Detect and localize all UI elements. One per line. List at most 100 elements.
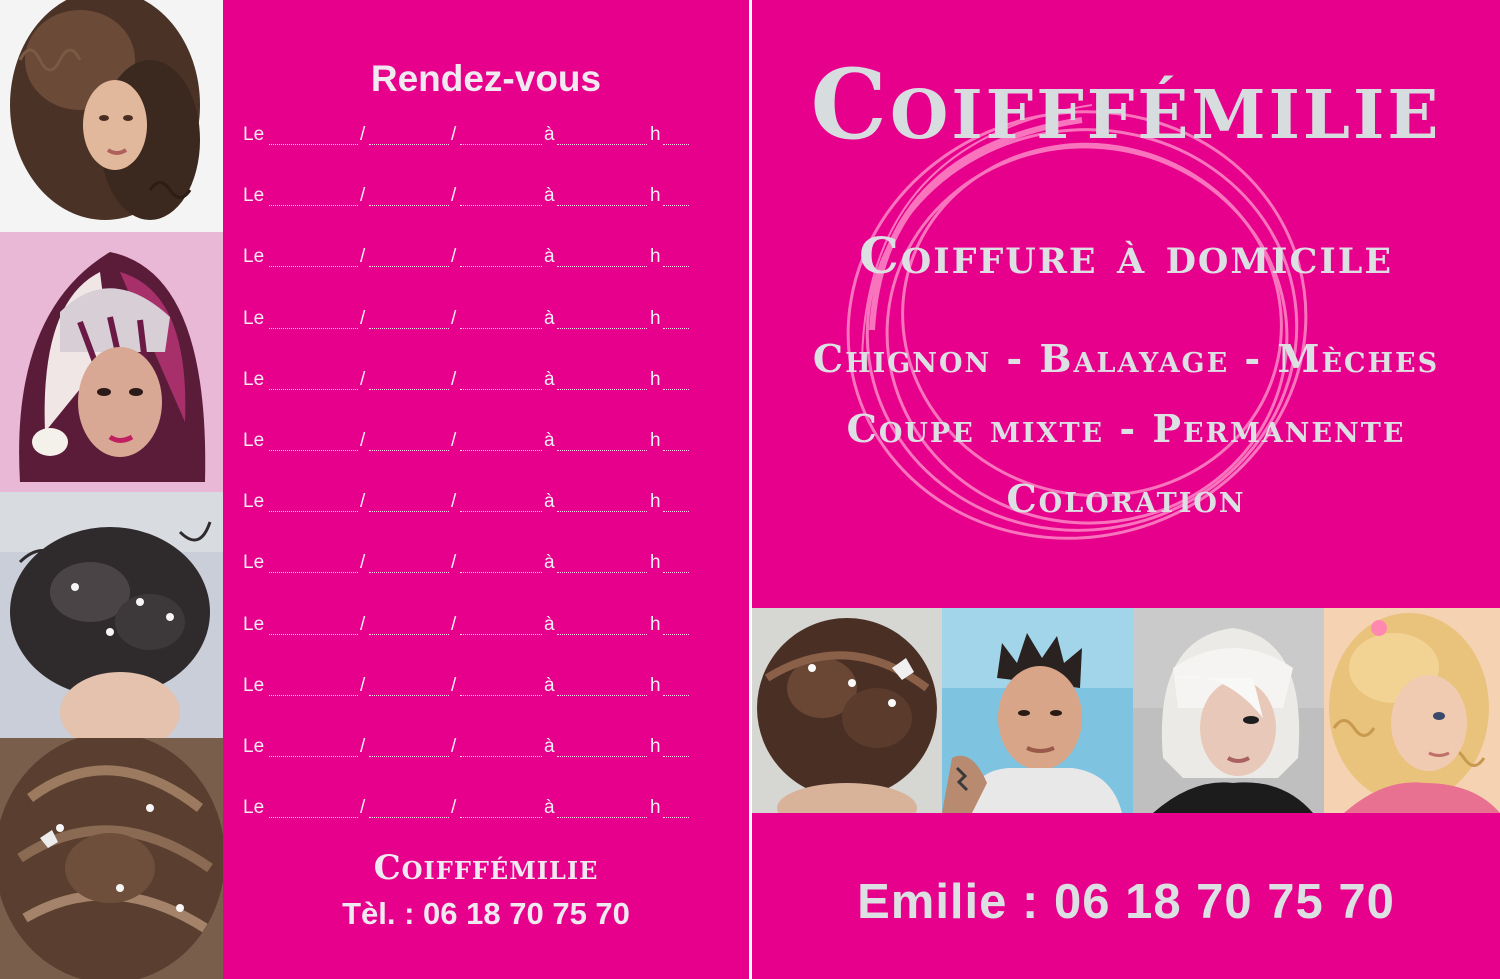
fill-in-dotted-line[interactable] (663, 694, 689, 696)
appointment-row[interactable]: Le / / à h (243, 185, 689, 215)
appointment-row[interactable]: Le / / à h (243, 308, 689, 338)
row-date-separator: / (360, 368, 366, 390)
fill-in-dotted-line[interactable] (269, 205, 358, 207)
fill-in-dotted-line[interactable] (557, 511, 647, 513)
fill-in-dotted-line[interactable] (460, 205, 542, 207)
row-date-separator: / (451, 124, 457, 145)
fill-in-dotted-line[interactable] (557, 756, 647, 757)
fill-in-dotted-line[interactable] (460, 327, 542, 329)
fill-in-dotted-line[interactable] (369, 205, 449, 207)
fill-in-dotted-line[interactable] (460, 633, 542, 635)
appointment-row[interactable]: Le / / à h (243, 491, 689, 521)
fill-in-dotted-line[interactable] (369, 144, 449, 145)
bridal-updo-image (752, 608, 942, 813)
appointment-card: Rendez-vous Le / / à h Le / / à h Le / / à h Le / / à h Le / /… (223, 0, 749, 979)
fill-in-dotted-line[interactable] (269, 756, 358, 757)
fill-in-dotted-line[interactable] (557, 144, 647, 145)
fill-in-dotted-line[interactable] (460, 388, 542, 390)
fill-in-dotted-line[interactable] (557, 817, 647, 819)
fill-in-dotted-line[interactable] (269, 633, 358, 635)
fill-in-dotted-line[interactable] (460, 572, 542, 574)
fill-in-dotted-line[interactable] (269, 511, 358, 513)
row-label-h: h (650, 674, 661, 696)
fill-in-dotted-line[interactable] (269, 817, 358, 819)
fill-in-dotted-line[interactable] (269, 388, 358, 390)
fill-in-dotted-line[interactable] (663, 817, 689, 819)
fill-in-dotted-line[interactable] (460, 756, 542, 757)
row-label-a: à (544, 246, 555, 268)
fill-in-dotted-line[interactable] (557, 327, 647, 329)
fill-in-dotted-line[interactable] (663, 450, 689, 451)
row-date-separator: / (360, 185, 366, 207)
row-date-separator: / (360, 246, 366, 268)
fill-in-dotted-line[interactable] (557, 388, 647, 390)
fill-in-dotted-line[interactable] (269, 144, 358, 145)
fill-in-dotted-line[interactable] (269, 266, 358, 268)
row-date-separator: / (451, 430, 457, 451)
fill-in-dotted-line[interactable] (269, 694, 358, 696)
fill-in-dotted-line[interactable] (369, 694, 449, 696)
fill-in-dotted-line[interactable] (663, 633, 689, 635)
fill-in-dotted-line[interactable] (369, 450, 449, 451)
fill-in-dotted-line[interactable] (663, 756, 689, 757)
row-label-a: à (544, 736, 555, 757)
row-label-a: à (544, 185, 555, 207)
row-label-le: Le (243, 552, 265, 574)
fill-in-dotted-line[interactable] (269, 572, 358, 574)
fill-in-dotted-line[interactable] (369, 756, 449, 757)
fill-in-dotted-line[interactable] (663, 144, 689, 145)
fill-in-dotted-line[interactable] (460, 511, 542, 513)
fill-in-dotted-line[interactable] (663, 205, 689, 207)
row-date-separator: / (451, 674, 457, 696)
fill-in-dotted-line[interactable] (460, 817, 542, 819)
appointment-row[interactable]: Le / / à h (243, 124, 689, 154)
appointment-row[interactable]: Le / / à h (243, 368, 689, 399)
man-spiky-hair-photo (942, 608, 1133, 813)
fill-in-dotted-line[interactable] (663, 572, 689, 574)
curly-hair-woman-image (0, 0, 223, 232)
appointment-row[interactable]: Le / / à h (243, 613, 689, 644)
row-date-separator: / (360, 552, 366, 574)
fill-in-dotted-line[interactable] (369, 327, 449, 329)
row-label-h: h (650, 491, 661, 513)
row-date-separator: / (360, 613, 366, 635)
fill-in-dotted-line[interactable] (460, 694, 542, 696)
fill-in-dotted-line[interactable] (269, 327, 358, 329)
row-label-le: Le (243, 368, 265, 390)
row-label-le: Le (243, 613, 265, 635)
fill-in-dotted-line[interactable] (369, 572, 449, 574)
row-date-separator: / (451, 736, 457, 757)
row-label-le: Le (243, 246, 265, 268)
fill-in-dotted-line[interactable] (369, 511, 449, 513)
fill-in-dotted-line[interactable] (369, 817, 449, 819)
appointment-row[interactable]: Le / / à h (243, 674, 689, 705)
appointment-row[interactable]: Le / / à h (243, 552, 689, 582)
appointment-row[interactable]: Le / / à h (243, 246, 689, 276)
fill-in-dotted-line[interactable] (369, 633, 449, 635)
fill-in-dotted-line[interactable] (460, 450, 542, 451)
row-label-h: h (650, 552, 661, 574)
appointment-row[interactable]: Le / / à h (243, 430, 689, 460)
row-label-h: h (650, 613, 661, 635)
appointment-row[interactable]: Le / / à h (243, 736, 689, 766)
card-brand-name: Coifffémilie (373, 848, 599, 888)
fill-in-dotted-line[interactable] (369, 388, 449, 390)
fill-in-dotted-line[interactable] (663, 388, 689, 390)
fill-in-dotted-line[interactable] (557, 572, 647, 574)
purple-streaked-hair-image (0, 232, 223, 492)
fill-in-dotted-line[interactable] (269, 450, 358, 451)
fill-in-dotted-line[interactable] (460, 266, 542, 268)
fill-in-dotted-line[interactable] (557, 633, 647, 635)
fill-in-dotted-line[interactable] (557, 694, 647, 696)
fill-in-dotted-line[interactable] (369, 266, 449, 268)
fill-in-dotted-line[interactable] (557, 205, 647, 207)
appointment-row[interactable]: Le / / à h (243, 797, 689, 827)
fill-in-dotted-line[interactable] (663, 511, 689, 513)
row-label-h: h (650, 368, 661, 390)
fill-in-dotted-line[interactable] (557, 266, 647, 268)
fill-in-dotted-line[interactable] (663, 327, 689, 329)
fill-in-dotted-line[interactable] (557, 450, 647, 451)
updo-hairstyle-image (0, 492, 223, 738)
fill-in-dotted-line[interactable] (460, 144, 542, 145)
fill-in-dotted-line[interactable] (663, 266, 689, 268)
